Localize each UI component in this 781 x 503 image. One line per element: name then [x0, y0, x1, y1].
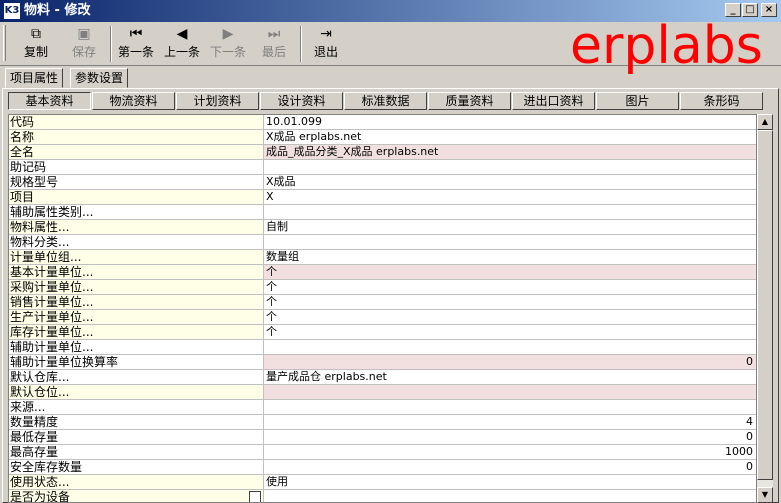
maximize-button[interactable]: □ [742, 3, 758, 17]
tab-standard-data[interactable]: 标准数据 [344, 92, 427, 110]
exit-door-icon: ⇥ [320, 26, 332, 42]
grid-row[interactable]: 项目 X [9, 190, 756, 205]
last-record-button[interactable]: ⏭ 最后 [252, 24, 296, 64]
grid-row[interactable]: 生产计量单位... 个 [9, 310, 756, 325]
tab-parameter-settings[interactable]: 参数设置 [70, 68, 129, 88]
prev-record-button[interactable]: ◀ 上一条 [160, 24, 204, 64]
grid-row-code[interactable]: 代码 10.01.099 [9, 115, 756, 130]
grid-row[interactable]: 全名 成品_成品分类_X成品 erplabs.net [9, 145, 756, 160]
scroll-up-icon[interactable]: ▲ [757, 114, 773, 130]
copy-button[interactable]: ⧉ 复制 [14, 24, 58, 64]
top-tab-strip: 项目属性 参数设置 [0, 68, 781, 88]
tab-quality[interactable]: 质量资料 [428, 92, 511, 110]
tab-barcode[interactable]: 条形码 [680, 92, 763, 110]
grid-row[interactable]: 使用状态... 使用 [9, 475, 756, 490]
tab-planning[interactable]: 计划资料 [176, 92, 259, 110]
grid-row[interactable]: 销售计量单位... 个 [9, 295, 756, 310]
tab-basic-info[interactable]: 基本资料 [8, 92, 91, 110]
grid-row[interactable]: 辅助计量单位换算率 0 [9, 355, 756, 370]
toolbar-separator [300, 26, 302, 62]
first-icon: ⏮ [129, 26, 143, 42]
tab-picture[interactable]: 图片 [596, 92, 679, 110]
grid-row[interactable]: 来源... [9, 400, 756, 415]
grid-row[interactable]: 最高存量 1000 [9, 445, 756, 460]
grid-row[interactable]: 默认仓位... [9, 385, 756, 400]
grid-row[interactable]: 默认仓库... 量产成品仓 erplabs.net [9, 370, 756, 385]
grid-row[interactable]: 辅助属性类别... [9, 205, 756, 220]
copy-icon: ⧉ [31, 26, 41, 42]
toolbar-separator [110, 26, 112, 62]
inner-tab-strip: 基本资料 物流资料 计划资料 设计资料 标准数据 质量资料 进出口资料 图片 条… [8, 92, 778, 110]
window-title: 物料 - 修改 [24, 3, 91, 18]
grid-row[interactable]: 是否为设备 [9, 490, 756, 502]
floppy-icon: ▣ [77, 26, 91, 42]
grid-row[interactable]: 安全库存数量 0 [9, 460, 756, 475]
scroll-thumb[interactable] [757, 130, 773, 480]
exit-button[interactable]: ⇥ 退出 [304, 24, 348, 64]
tab-item-properties[interactable]: 项目属性 [5, 68, 64, 88]
close-button[interactable]: × [761, 3, 777, 17]
grid-row[interactable]: 名称 X成品 erplabs.net [9, 130, 756, 145]
grid-row[interactable]: 辅助计量单位... [9, 340, 756, 355]
app-icon: K3 [4, 3, 20, 19]
grid-row[interactable]: 物料分类... [9, 235, 756, 250]
grid-row[interactable]: 助记码 [9, 160, 756, 175]
last-icon: ⏭ [267, 26, 281, 42]
next-record-button[interactable]: ▶ 下一条 [206, 24, 250, 64]
tab-logistics[interactable]: 物流资料 [92, 92, 175, 110]
vertical-scrollbar[interactable]: ▲ ▼ [757, 114, 773, 503]
grid-row[interactable]: 数量精度 4 [9, 415, 756, 430]
prev-icon: ◀ [176, 26, 188, 42]
save-button[interactable]: ▣ 保存 [62, 24, 106, 64]
grid-row[interactable]: 物料属性... 自制 [9, 220, 756, 235]
first-record-button[interactable]: ⏮ 第一条 [114, 24, 158, 64]
grid-row[interactable]: 计量单位组... 数量组 [9, 250, 756, 265]
grid-row[interactable]: 规格型号 X成品 [9, 175, 756, 190]
property-grid: 代码 10.01.099 名称 X成品 erplabs.net 全名 成品_成品… [8, 114, 757, 503]
equipment-checkbox[interactable] [249, 491, 261, 502]
code-value[interactable]: 10.01.099 [264, 115, 756, 129]
toolbar-grip [3, 25, 6, 61]
next-icon: ▶ [222, 26, 234, 42]
minimize-button[interactable]: _ [725, 3, 741, 17]
grid-row[interactable]: 基本计量单位... 个 [9, 265, 756, 280]
grid-row[interactable]: 采购计量单位... 个 [9, 280, 756, 295]
tab-import-export[interactable]: 进出口资料 [512, 92, 595, 110]
tab-design[interactable]: 设计资料 [260, 92, 343, 110]
grid-row[interactable]: 最低存量 0 [9, 430, 756, 445]
erplabs-watermark: erplabs [570, 16, 763, 76]
scroll-down-icon[interactable]: ▼ [757, 487, 773, 503]
grid-row[interactable]: 库存计量单位... 个 [9, 325, 756, 340]
